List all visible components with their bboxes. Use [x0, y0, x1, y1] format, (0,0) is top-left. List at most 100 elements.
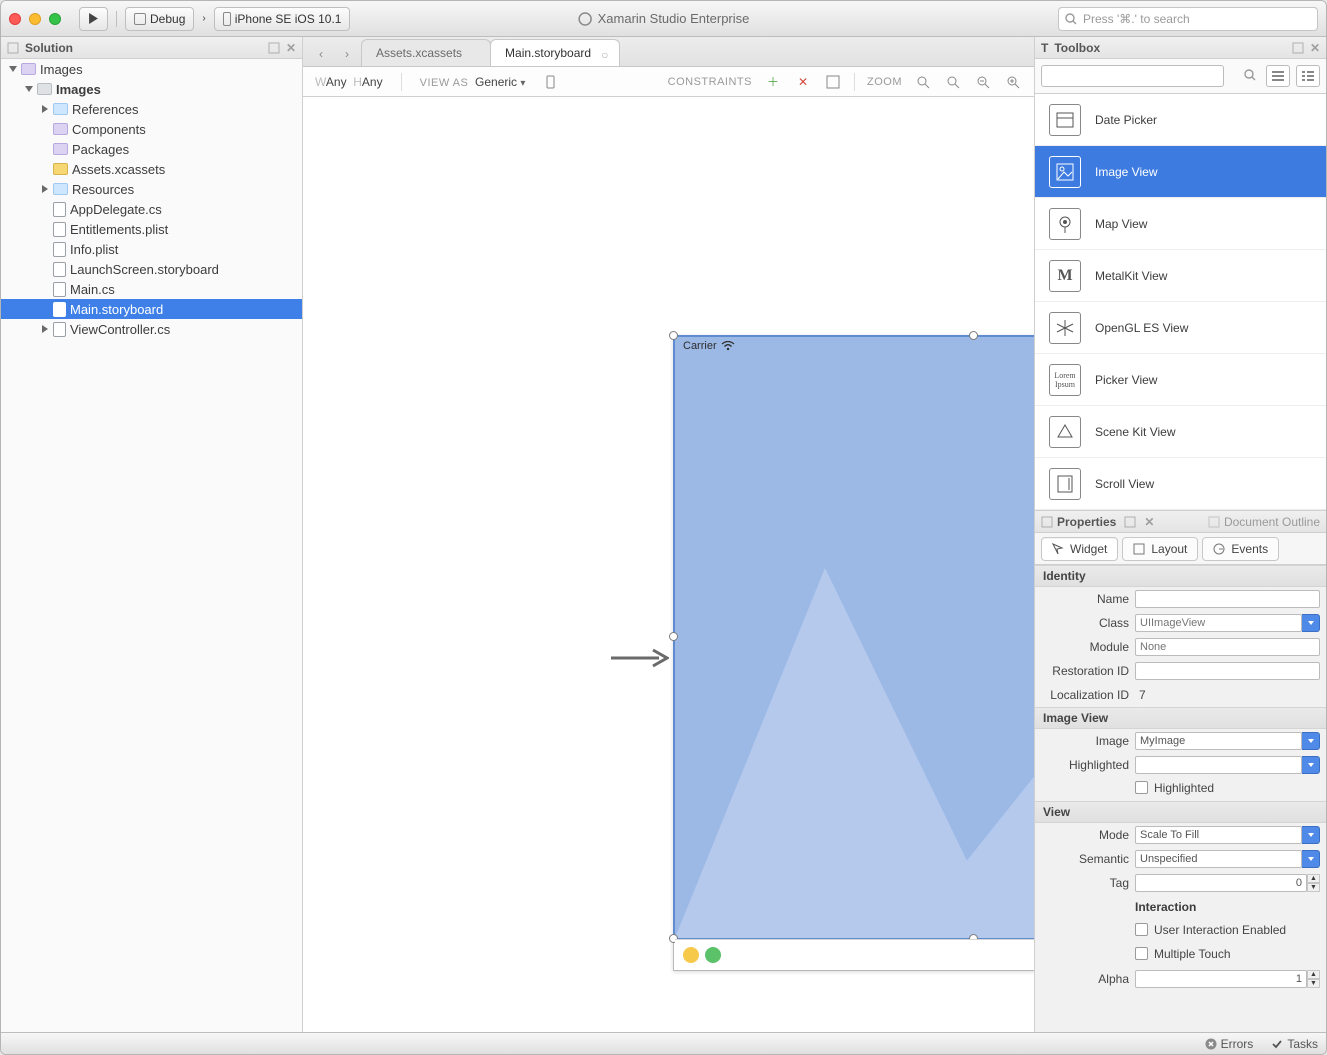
scene-dock[interactable] [675, 939, 1034, 969]
close-tab-icon[interactable]: ○ [601, 48, 611, 58]
toolbox-item-scene-kit-view[interactable]: Scene Kit View [1035, 406, 1326, 458]
pane-dock-icon[interactable] [268, 42, 280, 54]
size-class-indicator[interactable]: WAny HAny [315, 75, 383, 89]
name-field[interactable] [1135, 590, 1320, 608]
image-field[interactable] [1135, 732, 1302, 750]
layout-subtab[interactable]: Layout [1122, 537, 1198, 561]
tree-node-references[interactable]: References [1, 99, 302, 119]
zoom-window-button[interactable] [49, 13, 61, 25]
tag-field[interactable] [1135, 874, 1307, 892]
tree-node-viewcontroller-cs[interactable]: ViewController.cs [1, 319, 302, 339]
solution-tree[interactable]: ImagesImagesReferencesComponentsPackages… [1, 59, 302, 1032]
highlighted-image-field[interactable] [1135, 756, 1302, 774]
pane-dock-icon[interactable] [1124, 516, 1136, 528]
frame-mode-button[interactable] [824, 73, 842, 91]
events-subtab[interactable]: Events [1202, 537, 1279, 561]
highlighted-checkbox[interactable]: Highlighted [1135, 781, 1214, 795]
toolbox-item-date-picker[interactable]: Date Picker [1035, 94, 1326, 146]
toolbox-list[interactable]: Date PickerImage ViewMap ViewMMetalKit V… [1035, 94, 1326, 510]
toolbox-compact-view-button[interactable] [1266, 65, 1290, 87]
nav-forward-button[interactable]: › [335, 42, 359, 66]
multiple-touch-checkbox[interactable]: Multiple Touch [1135, 947, 1231, 961]
tree-node-resources[interactable]: Resources [1, 179, 302, 199]
widget-subtab[interactable]: Widget [1041, 537, 1118, 561]
config-label: Debug [150, 12, 185, 26]
toolbox-item-metalkit-view[interactable]: MMetalKit View [1035, 250, 1326, 302]
highlighted-dropdown-button[interactable] [1302, 756, 1320, 774]
storyboard-canvas[interactable]: Carrier [303, 97, 1034, 1032]
document-tab-assets-xcassets[interactable]: Assets.xcassets [361, 39, 491, 66]
user-interaction-checkbox[interactable]: User Interaction Enabled [1135, 923, 1286, 937]
restoration-id-field[interactable] [1135, 662, 1320, 680]
toolbox-search-input[interactable] [1041, 65, 1224, 87]
minimize-window-button[interactable] [29, 13, 41, 25]
tree-node-appdelegate-cs[interactable]: AppDelegate.cs [1, 199, 302, 219]
tree-node-assets-xcassets[interactable]: Assets.xcassets [1, 159, 302, 179]
pane-close-icon[interactable]: ✕ [286, 41, 296, 55]
semantic-field[interactable] [1135, 850, 1302, 868]
tree-node-components[interactable]: Components [1, 119, 302, 139]
first-responder-icon[interactable] [683, 947, 699, 963]
semantic-dropdown-button[interactable] [1302, 850, 1320, 868]
tree-node-entitlements-plist[interactable]: Entitlements.plist [1, 219, 302, 239]
tree-node-main-storyboard[interactable]: Main.storyboard [1, 299, 302, 319]
solution-icon [7, 42, 19, 54]
nav-back-button[interactable]: ‹ [309, 42, 333, 66]
zoom-out-button[interactable] [974, 73, 992, 91]
tag-stepper[interactable]: ▲▼ [1307, 874, 1320, 892]
global-search-input[interactable]: Press '⌘.' to search [1058, 7, 1318, 31]
document-tab-main-storyboard[interactable]: Main.storyboard○ [490, 39, 620, 66]
properties-tab[interactable]: Properties [1041, 515, 1116, 529]
selected-image-view[interactable]: Carrier [675, 337, 1034, 938]
config-selector[interactable]: Debug [125, 7, 194, 31]
device-icon [223, 12, 231, 26]
toolbox-item-opengl-es-view[interactable]: OpenGL ES View [1035, 302, 1326, 354]
run-button[interactable] [79, 7, 108, 31]
tree-node-launchscreen-storyboard[interactable]: LaunchScreen.storyboard [1, 259, 302, 279]
orientation-toggle[interactable] [543, 73, 561, 91]
tree-node-label: Resources [72, 182, 134, 197]
alpha-stepper[interactable]: ▲▼ [1307, 970, 1320, 988]
folderp-icon [53, 123, 68, 135]
mode-field[interactable] [1135, 826, 1302, 844]
folderp-icon [53, 143, 68, 155]
zoom-fit-button[interactable] [914, 73, 932, 91]
pane-close-icon[interactable]: ✕ [1144, 515, 1154, 529]
class-field[interactable] [1135, 614, 1302, 632]
tree-node-info-plist[interactable]: Info.plist [1, 239, 302, 259]
pane-dock-icon[interactable] [1292, 42, 1304, 54]
zoom-in-button[interactable] [1004, 73, 1022, 91]
tree-node-images[interactable]: Images [1, 59, 302, 79]
doc-icon [53, 242, 66, 257]
class-dropdown-button[interactable] [1302, 614, 1320, 632]
tasks-pad-button[interactable]: Tasks [1271, 1037, 1318, 1051]
mode-dropdown-button[interactable] [1302, 826, 1320, 844]
close-window-button[interactable] [9, 13, 21, 25]
placeholder-mountains-icon [675, 508, 1034, 938]
device-frame[interactable]: Carrier [673, 335, 1034, 971]
errors-pad-button[interactable]: Errors [1205, 1037, 1254, 1051]
zoom-actual-button[interactable] [944, 73, 962, 91]
toolbox-item-image-view[interactable]: Image View [1035, 146, 1326, 198]
remove-constraint-button[interactable]: ✕ [794, 73, 812, 91]
app-icon [578, 12, 592, 26]
properties-body[interactable]: Identity Name Class Module Restoration I… [1035, 565, 1326, 1032]
toolbox-item-picker-view[interactable]: LoremIpsumPicker View [1035, 354, 1326, 406]
device-selector[interactable]: iPhone SE iOS 10.1 [214, 7, 351, 31]
toolbox-item-map-view[interactable]: Map View [1035, 198, 1326, 250]
tree-node-main-cs[interactable]: Main.cs [1, 279, 302, 299]
toolbox-list-view-button[interactable] [1296, 65, 1320, 87]
tree-node-images[interactable]: Images [1, 79, 302, 99]
alpha-field[interactable] [1135, 970, 1307, 988]
tree-node-packages[interactable]: Packages [1, 139, 302, 159]
image-dropdown-button[interactable] [1302, 732, 1320, 750]
play-icon [88, 13, 99, 24]
add-constraint-button[interactable]: ＋ [764, 73, 782, 91]
pane-close-icon[interactable]: ✕ [1310, 41, 1320, 55]
module-field[interactable] [1135, 638, 1320, 656]
toolbox-item-scroll-view[interactable]: Scroll View [1035, 458, 1326, 510]
exit-segue-icon[interactable] [705, 947, 721, 963]
folderb-icon [53, 103, 68, 115]
document-outline-tab[interactable]: Document Outline [1208, 515, 1320, 529]
view-as-control[interactable]: VIEW AS Generic ▾ [420, 75, 526, 89]
